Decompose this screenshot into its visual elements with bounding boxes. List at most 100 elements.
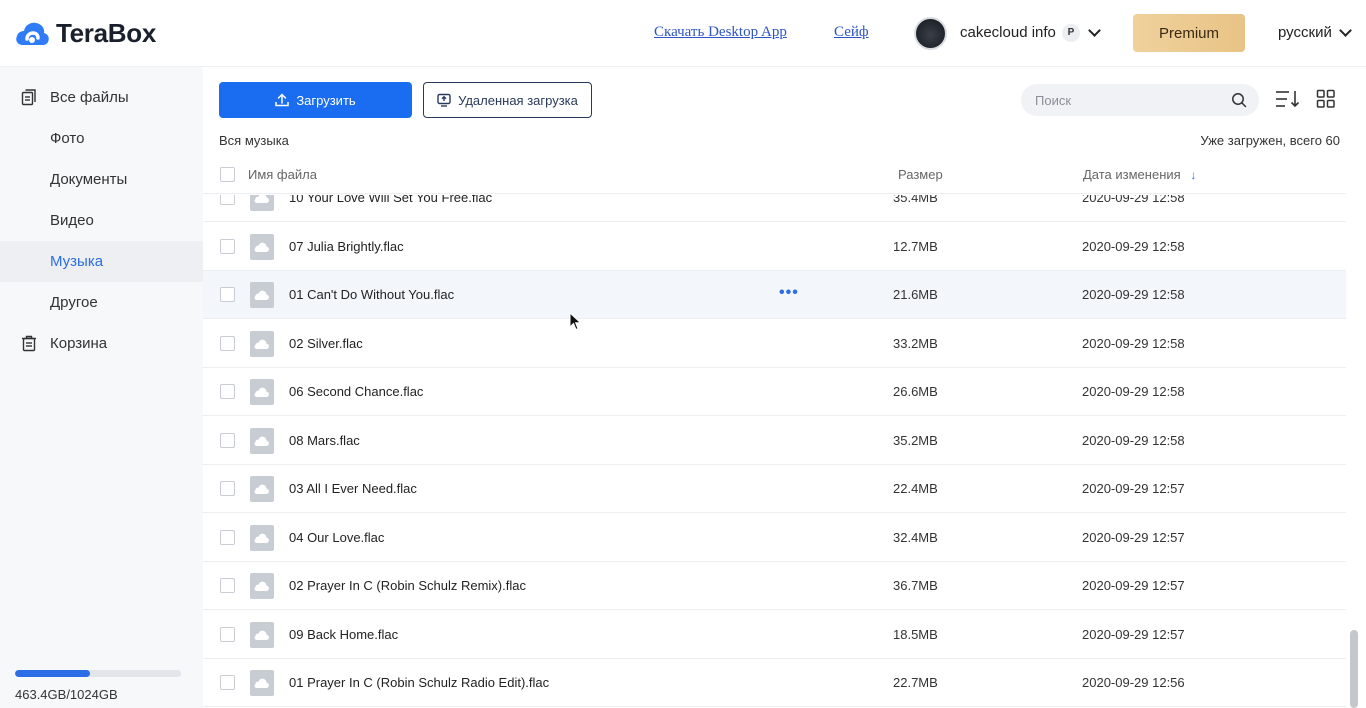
scrollbar-thumb[interactable] xyxy=(1350,630,1358,708)
file-name[interactable]: 03 All I Ever Need.flac xyxy=(289,481,417,496)
sidebar-item-documents[interactable]: Документы xyxy=(0,159,203,200)
table-row[interactable]: 07 Julia Brightly.flac 12.7MB 2020-09-29 1… xyxy=(203,223,1346,271)
download-desktop-link[interactable]: Скачать Desktop App xyxy=(654,24,787,41)
row-checkbox[interactable] xyxy=(220,675,235,690)
brand-name: TeraBox xyxy=(56,18,157,48)
column-header-date[interactable]: Дата изменения ↓ xyxy=(1083,167,1196,182)
row-checkbox[interactable] xyxy=(220,481,235,496)
row-checkbox[interactable] xyxy=(220,195,235,205)
scrollbar[interactable] xyxy=(1349,194,1359,708)
storage-progress-bar xyxy=(15,670,181,677)
avatar[interactable] xyxy=(914,17,947,50)
sidebar-item-label: Музыка xyxy=(50,253,104,270)
remote-upload-icon xyxy=(437,93,451,107)
audio-file-icon xyxy=(250,524,274,551)
table-row[interactable]: 01 Can't Do Without You.flac ••• 21.6MB 202… xyxy=(203,271,1346,319)
file-name[interactable]: 04 Our Love.flac xyxy=(289,530,384,545)
file-date: 2020-09-29 12:57 xyxy=(1082,481,1185,496)
file-size: 18.5MB xyxy=(893,626,938,642)
audio-file-icon xyxy=(250,379,274,405)
file-size: 32.4MB xyxy=(893,529,938,545)
row-checkbox[interactable] xyxy=(220,287,235,302)
language-selector[interactable]: русский xyxy=(1278,24,1332,41)
column-header-size[interactable]: Размер xyxy=(898,167,943,182)
file-list: 10 Your Love Will Set You Free.flac 35.4M… xyxy=(203,195,1346,708)
select-all-checkbox[interactable] xyxy=(220,167,235,182)
table-row[interactable]: 02 Prayer In C (Robin Schulz Remix).flac… xyxy=(203,562,1346,610)
breadcrumb: Вся музыка xyxy=(219,133,289,148)
row-checkbox[interactable] xyxy=(220,578,235,593)
file-date: 2020-09-29 12:58 xyxy=(1082,287,1185,302)
top-header: TeraBox Скачать Desktop App Сейф cakeclo… xyxy=(0,0,1366,67)
sidebar-item-other[interactable]: Другое xyxy=(0,282,203,323)
row-checkbox[interactable] xyxy=(220,238,235,254)
file-date: 2020-09-29 12:58 xyxy=(1082,335,1185,351)
remote-upload-button[interactable]: Удаленная загрузка xyxy=(423,82,592,118)
file-date: 2020-09-29 12:58 xyxy=(1082,384,1185,399)
search-box xyxy=(1021,84,1259,116)
sidebar-item-label: Другое xyxy=(50,294,98,311)
file-date: 2020-09-29 12:58 xyxy=(1082,195,1185,205)
user-badge: P xyxy=(1062,24,1080,42)
column-header-name[interactable]: Имя файла xyxy=(248,167,317,182)
file-name[interactable]: 02 Silver.flac xyxy=(289,336,363,351)
upload-icon xyxy=(275,93,290,107)
sidebar-item-label: Документы xyxy=(50,171,128,188)
table-row[interactable]: 04 Our Love.flac 32.4MB 2020-09-29 12:57 xyxy=(203,514,1346,562)
vault-link[interactable]: Сейф xyxy=(834,24,869,41)
premium-button[interactable]: Premium xyxy=(1133,14,1245,52)
chevron-down-icon[interactable] xyxy=(1088,24,1101,37)
file-date: 2020-09-29 12:57 xyxy=(1082,529,1185,545)
chevron-down-icon[interactable] xyxy=(1339,24,1352,37)
sidebar-item-label: Все файлы xyxy=(50,89,129,106)
file-name[interactable]: 07 Julia Brightly.flac xyxy=(289,239,404,254)
table-row[interactable]: 09 Back Home.flac 18.5MB 2020-09-29 12:57 xyxy=(203,611,1346,659)
file-size: 26.6MB xyxy=(893,384,938,399)
audio-file-icon xyxy=(250,670,274,696)
sidebar-item-label: Корзина xyxy=(50,335,108,352)
file-name[interactable]: 08 Mars.flac xyxy=(289,433,360,448)
more-options-icon[interactable]: ••• xyxy=(779,285,799,301)
table-row[interactable]: 06 Second Chance.flac 26.6MB 2020-09-29 12… xyxy=(203,368,1346,416)
table-row[interactable]: 01 Prayer In C (Robin Schulz Radio Edit)… xyxy=(203,659,1346,707)
sort-down-icon: ↓ xyxy=(1190,168,1197,182)
cloud-logo-icon xyxy=(16,22,49,45)
sidebar-item-music[interactable]: Музыка xyxy=(0,241,203,282)
row-checkbox[interactable] xyxy=(220,529,235,545)
file-name[interactable]: 06 Second Chance.flac xyxy=(289,384,423,399)
file-name[interactable]: 01 Prayer In C (Robin Schulz Radio Edit)… xyxy=(289,675,549,690)
table-row[interactable]: 02 Silver.flac 33.2MB 2020-09-29 12:58 xyxy=(203,320,1346,368)
file-name[interactable]: 09 Back Home.flac xyxy=(289,627,398,642)
row-checkbox[interactable] xyxy=(220,335,235,351)
storage-text: 463.4GB/1024GB xyxy=(15,687,118,702)
file-date: 2020-09-29 12:57 xyxy=(1082,626,1185,642)
row-checkbox[interactable] xyxy=(220,626,235,642)
table-row[interactable]: 08 Mars.flac 35.2MB 2020-09-29 12:58 xyxy=(203,417,1346,465)
sidebar-item-photos[interactable]: Фото xyxy=(0,118,203,159)
upload-button-label: Загрузить xyxy=(296,92,356,108)
user-name[interactable]: cakecloud info xyxy=(960,24,1056,41)
search-input[interactable] xyxy=(1035,84,1225,116)
file-name[interactable]: 01 Can't Do Without You.flac xyxy=(289,287,454,302)
sidebar-item-trash[interactable]: Корзина xyxy=(0,323,203,364)
file-name[interactable]: 02 Prayer In C (Robin Schulz Remix).flac xyxy=(289,578,526,593)
file-name[interactable]: 10 Your Love Will Set You Free.flac xyxy=(289,195,492,205)
file-date: 2020-09-29 12:58 xyxy=(1082,238,1185,254)
grid-view-icon[interactable] xyxy=(1316,88,1336,110)
file-size: 22.4MB xyxy=(893,481,938,496)
file-date: 2020-09-29 12:57 xyxy=(1082,578,1185,593)
column-header-date-label: Дата изменения xyxy=(1083,167,1181,182)
row-checkbox[interactable] xyxy=(220,432,235,448)
file-size: 12.7MB xyxy=(893,238,938,254)
table-row[interactable]: 03 All I Ever Need.flac 22.4MB 2020-09-29 … xyxy=(203,465,1346,513)
search-icon[interactable] xyxy=(1231,92,1247,108)
upload-button[interactable]: Загрузить xyxy=(219,82,412,118)
table-row[interactable]: 10 Your Love Will Set You Free.flac 35.4M… xyxy=(203,195,1346,222)
terabox-logo[interactable]: TeraBox xyxy=(14,18,156,49)
sidebar-item-video[interactable]: Видео xyxy=(0,200,203,241)
sort-icon[interactable] xyxy=(1275,88,1301,110)
sidebar-item-all-files[interactable]: Все файлы xyxy=(0,77,203,118)
file-size: 22.7MB xyxy=(893,675,938,690)
audio-file-icon xyxy=(250,427,274,454)
row-checkbox[interactable] xyxy=(220,384,235,399)
